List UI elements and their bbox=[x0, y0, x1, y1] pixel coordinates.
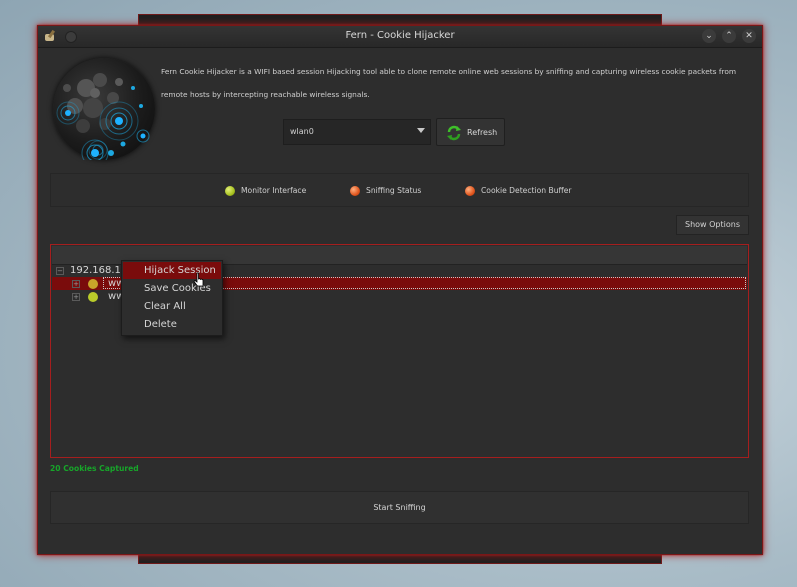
close-button[interactable]: ✕ bbox=[742, 29, 756, 43]
cookie-status-icon bbox=[88, 292, 98, 302]
menu-item-hijack-session[interactable]: Hijack Session bbox=[123, 262, 221, 279]
maximize-button[interactable]: ⌃ bbox=[722, 29, 736, 43]
pointer-cursor-icon bbox=[193, 272, 204, 287]
refresh-label: Refresh bbox=[467, 128, 498, 137]
status-panel: Monitor Interface Sniffing Status Cookie… bbox=[50, 173, 749, 207]
monitor-interface-label: Monitor Interface bbox=[241, 186, 307, 195]
cookie-buffer-label: Cookie Detection Buffer bbox=[481, 186, 572, 195]
host-collapse-icon[interactable]: − bbox=[56, 267, 64, 275]
title-bar[interactable]: Fern - Cookie Hijacker ⌄ ⌃ ✕ bbox=[38, 26, 762, 48]
refresh-button[interactable]: Refresh bbox=[436, 118, 505, 146]
refresh-icon bbox=[446, 125, 462, 141]
window-title: Fern - Cookie Hijacker bbox=[345, 30, 455, 41]
node-expand-icon[interactable]: + bbox=[72, 280, 80, 288]
node-expand-icon[interactable]: + bbox=[72, 293, 80, 301]
cookie-status-icon bbox=[88, 279, 98, 289]
context-menu: Hijack Session Save Cookies Clear All De… bbox=[121, 260, 223, 336]
interface-select[interactable]: wlan0 bbox=[283, 119, 431, 145]
menu-item-delete[interactable]: Delete bbox=[123, 316, 221, 333]
sniffing-status-label: Sniffing Status bbox=[366, 186, 422, 195]
fern-logo-icon bbox=[53, 58, 155, 167]
menu-item-save-cookies[interactable]: Save Cookies bbox=[123, 280, 221, 297]
interface-select-value: wlan0 bbox=[290, 127, 314, 136]
menu-item-clear-all[interactable]: Clear All bbox=[123, 298, 221, 315]
cookies-captured-count: 20 Cookies Captured bbox=[50, 464, 139, 473]
host-ip[interactable]: 192.168.1 bbox=[70, 265, 121, 276]
chevron-down-icon bbox=[417, 128, 425, 133]
monitor-interface-indicator-icon bbox=[225, 186, 235, 196]
cookie-buffer-indicator-icon bbox=[465, 186, 475, 196]
sniffing-status-indicator-icon bbox=[350, 186, 360, 196]
start-sniffing-button[interactable]: Start Sniffing bbox=[50, 491, 749, 524]
show-options-button[interactable]: Show Options bbox=[676, 215, 749, 235]
tool-description: Fern Cookie Hijacker is a WIFI based ses… bbox=[161, 67, 737, 99]
minimize-button[interactable]: ⌄ bbox=[702, 29, 716, 43]
